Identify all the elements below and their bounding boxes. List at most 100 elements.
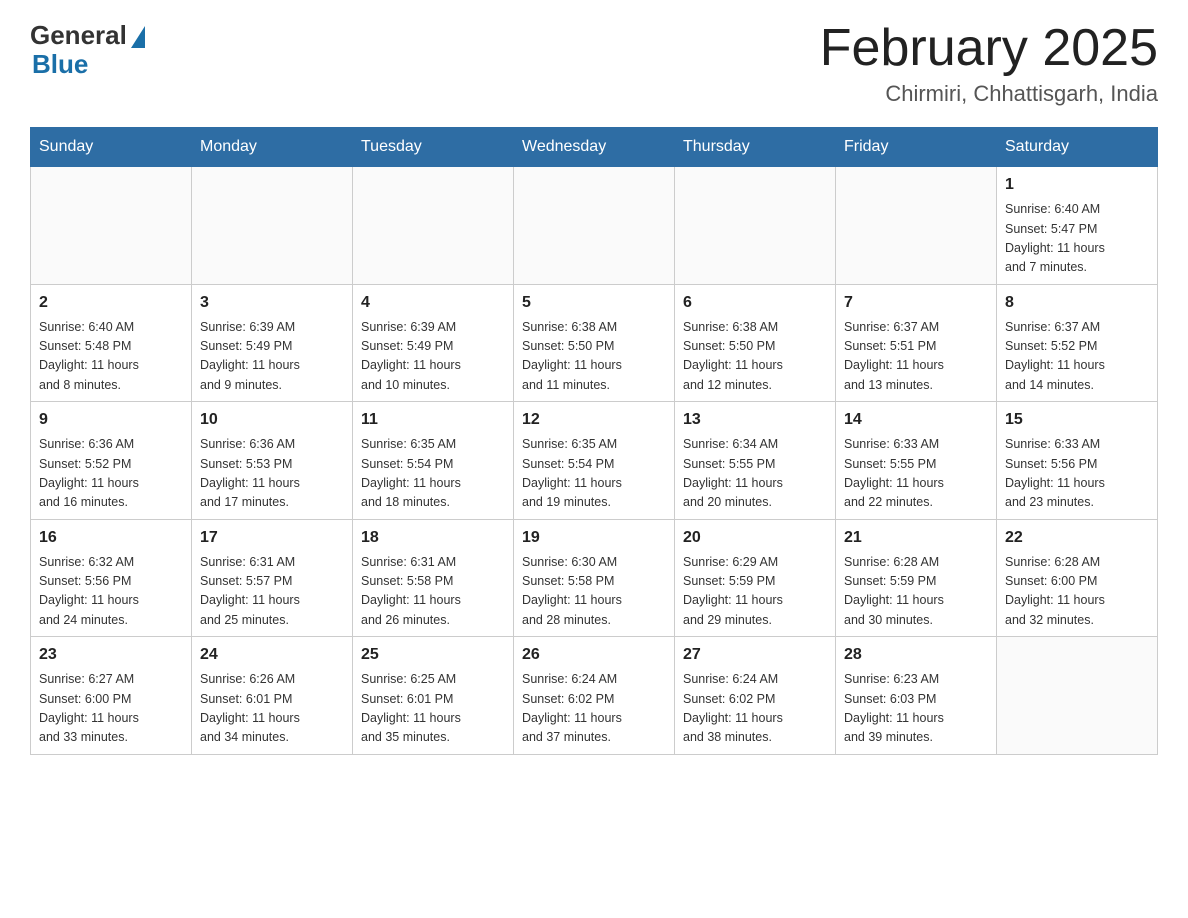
- day-number: 10: [200, 408, 344, 432]
- calendar-cell: 10 Sunrise: 6:36 AM Sunset: 5:53 PM Dayli…: [192, 402, 353, 520]
- day-info: Sunrise: 6:26 AM Sunset: 6:01 PM Dayligh…: [200, 670, 344, 748]
- calendar-table: SundayMondayTuesdayWednesdayThursdayFrid…: [30, 127, 1158, 755]
- day-info: Sunrise: 6:37 AM Sunset: 5:51 PM Dayligh…: [844, 318, 988, 396]
- day-number: 15: [1005, 408, 1149, 432]
- calendar-cell: 16Sunrise: 6:32 AM Sunset: 5:56 PM Dayli…: [31, 519, 192, 637]
- calendar-cell: 26 Sunrise: 6:24 AM Sunset: 6:02 PM Dayli…: [514, 637, 675, 755]
- day-info: Sunrise: 6:40 AM Sunset: 5:48 PM Dayligh…: [39, 318, 183, 396]
- day-number: 3: [200, 291, 344, 315]
- day-info: Sunrise: 6:38 AM Sunset: 5:50 PM Dayligh…: [683, 318, 827, 396]
- week-row: 23Sunrise: 6:27 AM Sunset: 6:00 PM Dayli…: [31, 637, 1158, 755]
- day-number: 17: [200, 526, 344, 550]
- calendar-cell: 17 Sunrise: 6:31 AM Sunset: 5:57 PM Dayli…: [192, 519, 353, 637]
- calendar-cell: 22 Sunrise: 6:28 AM Sunset: 6:00 PM Dayli…: [997, 519, 1158, 637]
- calendar-cell: 24 Sunrise: 6:26 AM Sunset: 6:01 PM Dayli…: [192, 637, 353, 755]
- calendar-cell: [192, 167, 353, 285]
- week-row: 2 Sunrise: 6:40 AM Sunset: 5:48 PM Daylig…: [31, 284, 1158, 402]
- day-info: Sunrise: 6:33 AM Sunset: 5:56 PM Dayligh…: [1005, 435, 1149, 513]
- calendar-cell: 1Sunrise: 6:40 AM Sunset: 5:47 PM Daylig…: [997, 167, 1158, 285]
- title-section: February 2025 Chirmiri, Chhattisgarh, In…: [820, 20, 1158, 107]
- day-info: Sunrise: 6:28 AM Sunset: 5:59 PM Dayligh…: [844, 553, 988, 631]
- day-info: Sunrise: 6:23 AM Sunset: 6:03 PM Dayligh…: [844, 670, 988, 748]
- day-info: Sunrise: 6:27 AM Sunset: 6:00 PM Dayligh…: [39, 670, 183, 748]
- calendar-cell: 11Sunrise: 6:35 AM Sunset: 5:54 PM Dayli…: [353, 402, 514, 520]
- day-of-week-header: Thursday: [675, 128, 836, 167]
- week-row: 9 Sunrise: 6:36 AM Sunset: 5:52 PM Daylig…: [31, 402, 1158, 520]
- day-number: 2: [39, 291, 183, 315]
- calendar-cell: 21 Sunrise: 6:28 AM Sunset: 5:59 PM Dayli…: [836, 519, 997, 637]
- day-of-week-header: Wednesday: [514, 128, 675, 167]
- calendar-cell: 6 Sunrise: 6:38 AM Sunset: 5:50 PM Daylig…: [675, 284, 836, 402]
- day-number: 20: [683, 526, 827, 550]
- day-number: 27: [683, 643, 827, 667]
- day-number: 5: [522, 291, 666, 315]
- calendar-cell: 20 Sunrise: 6:29 AM Sunset: 5:59 PM Dayli…: [675, 519, 836, 637]
- day-number: 21: [844, 526, 988, 550]
- day-info: Sunrise: 6:34 AM Sunset: 5:55 PM Dayligh…: [683, 435, 827, 513]
- calendar-cell: [836, 167, 997, 285]
- day-info: Sunrise: 6:24 AM Sunset: 6:02 PM Dayligh…: [683, 670, 827, 748]
- day-number: 8: [1005, 291, 1149, 315]
- day-number: 26: [522, 643, 666, 667]
- calendar-cell: 18 Sunrise: 6:31 AM Sunset: 5:58 PM Dayli…: [353, 519, 514, 637]
- calendar-cell: 23Sunrise: 6:27 AM Sunset: 6:00 PM Dayli…: [31, 637, 192, 755]
- calendar-cell: 7 Sunrise: 6:37 AM Sunset: 5:51 PM Daylig…: [836, 284, 997, 402]
- day-number: 12: [522, 408, 666, 432]
- calendar-cell: 25Sunrise: 6:25 AM Sunset: 6:01 PM Dayli…: [353, 637, 514, 755]
- logo-triangle-icon: [131, 26, 145, 48]
- calendar-cell: 2 Sunrise: 6:40 AM Sunset: 5:48 PM Daylig…: [31, 284, 192, 402]
- day-number: 13: [683, 408, 827, 432]
- day-info: Sunrise: 6:31 AM Sunset: 5:57 PM Dayligh…: [200, 553, 344, 631]
- day-info: Sunrise: 6:24 AM Sunset: 6:02 PM Dayligh…: [522, 670, 666, 748]
- day-number: 25: [361, 643, 505, 667]
- day-number: 24: [200, 643, 344, 667]
- day-info: Sunrise: 6:36 AM Sunset: 5:53 PM Dayligh…: [200, 435, 344, 513]
- day-number: 28: [844, 643, 988, 667]
- day-info: Sunrise: 6:35 AM Sunset: 5:54 PM Dayligh…: [522, 435, 666, 513]
- logo-general-text: General: [30, 20, 127, 51]
- week-row: 1Sunrise: 6:40 AM Sunset: 5:47 PM Daylig…: [31, 167, 1158, 285]
- day-of-week-header: Friday: [836, 128, 997, 167]
- day-number: 7: [844, 291, 988, 315]
- day-info: Sunrise: 6:39 AM Sunset: 5:49 PM Dayligh…: [200, 318, 344, 396]
- day-info: Sunrise: 6:36 AM Sunset: 5:52 PM Dayligh…: [39, 435, 183, 513]
- day-number: 1: [1005, 173, 1149, 197]
- calendar-cell: [514, 167, 675, 285]
- calendar-cell: [675, 167, 836, 285]
- calendar-cell: 3 Sunrise: 6:39 AM Sunset: 5:49 PM Daylig…: [192, 284, 353, 402]
- day-number: 9: [39, 408, 183, 432]
- day-info: Sunrise: 6:33 AM Sunset: 5:55 PM Dayligh…: [844, 435, 988, 513]
- day-info: Sunrise: 6:32 AM Sunset: 5:56 PM Dayligh…: [39, 553, 183, 631]
- calendar-header-row: SundayMondayTuesdayWednesdayThursdayFrid…: [31, 128, 1158, 167]
- calendar-cell: 8 Sunrise: 6:37 AM Sunset: 5:52 PM Daylig…: [997, 284, 1158, 402]
- day-info: Sunrise: 6:29 AM Sunset: 5:59 PM Dayligh…: [683, 553, 827, 631]
- logo: General Blue: [30, 20, 145, 80]
- calendar-cell: 13 Sunrise: 6:34 AM Sunset: 5:55 PM Dayli…: [675, 402, 836, 520]
- calendar-cell: [31, 167, 192, 285]
- day-number: 14: [844, 408, 988, 432]
- day-info: Sunrise: 6:38 AM Sunset: 5:50 PM Dayligh…: [522, 318, 666, 396]
- day-number: 4: [361, 291, 505, 315]
- day-info: Sunrise: 6:28 AM Sunset: 6:00 PM Dayligh…: [1005, 553, 1149, 631]
- day-of-week-header: Saturday: [997, 128, 1158, 167]
- month-title: February 2025: [820, 20, 1158, 77]
- calendar-cell: 28 Sunrise: 6:23 AM Sunset: 6:03 PM Dayli…: [836, 637, 997, 755]
- day-of-week-header: Sunday: [31, 128, 192, 167]
- day-number: 18: [361, 526, 505, 550]
- calendar-cell: 4 Sunrise: 6:39 AM Sunset: 5:49 PM Daylig…: [353, 284, 514, 402]
- day-info: Sunrise: 6:31 AM Sunset: 5:58 PM Dayligh…: [361, 553, 505, 631]
- day-number: 6: [683, 291, 827, 315]
- page-header: General Blue February 2025 Chirmiri, Chh…: [30, 20, 1158, 107]
- day-of-week-header: Monday: [192, 128, 353, 167]
- location-subtitle: Chirmiri, Chhattisgarh, India: [820, 81, 1158, 107]
- calendar-cell: 12 Sunrise: 6:35 AM Sunset: 5:54 PM Dayli…: [514, 402, 675, 520]
- calendar-cell: 9 Sunrise: 6:36 AM Sunset: 5:52 PM Daylig…: [31, 402, 192, 520]
- calendar-cell: 14 Sunrise: 6:33 AM Sunset: 5:55 PM Dayli…: [836, 402, 997, 520]
- day-info: Sunrise: 6:39 AM Sunset: 5:49 PM Dayligh…: [361, 318, 505, 396]
- day-info: Sunrise: 6:37 AM Sunset: 5:52 PM Dayligh…: [1005, 318, 1149, 396]
- logo-blue-text: Blue: [30, 49, 88, 80]
- day-info: Sunrise: 6:30 AM Sunset: 5:58 PM Dayligh…: [522, 553, 666, 631]
- calendar-cell: 19Sunrise: 6:30 AM Sunset: 5:58 PM Dayli…: [514, 519, 675, 637]
- day-number: 22: [1005, 526, 1149, 550]
- calendar-cell: 5 Sunrise: 6:38 AM Sunset: 5:50 PM Daylig…: [514, 284, 675, 402]
